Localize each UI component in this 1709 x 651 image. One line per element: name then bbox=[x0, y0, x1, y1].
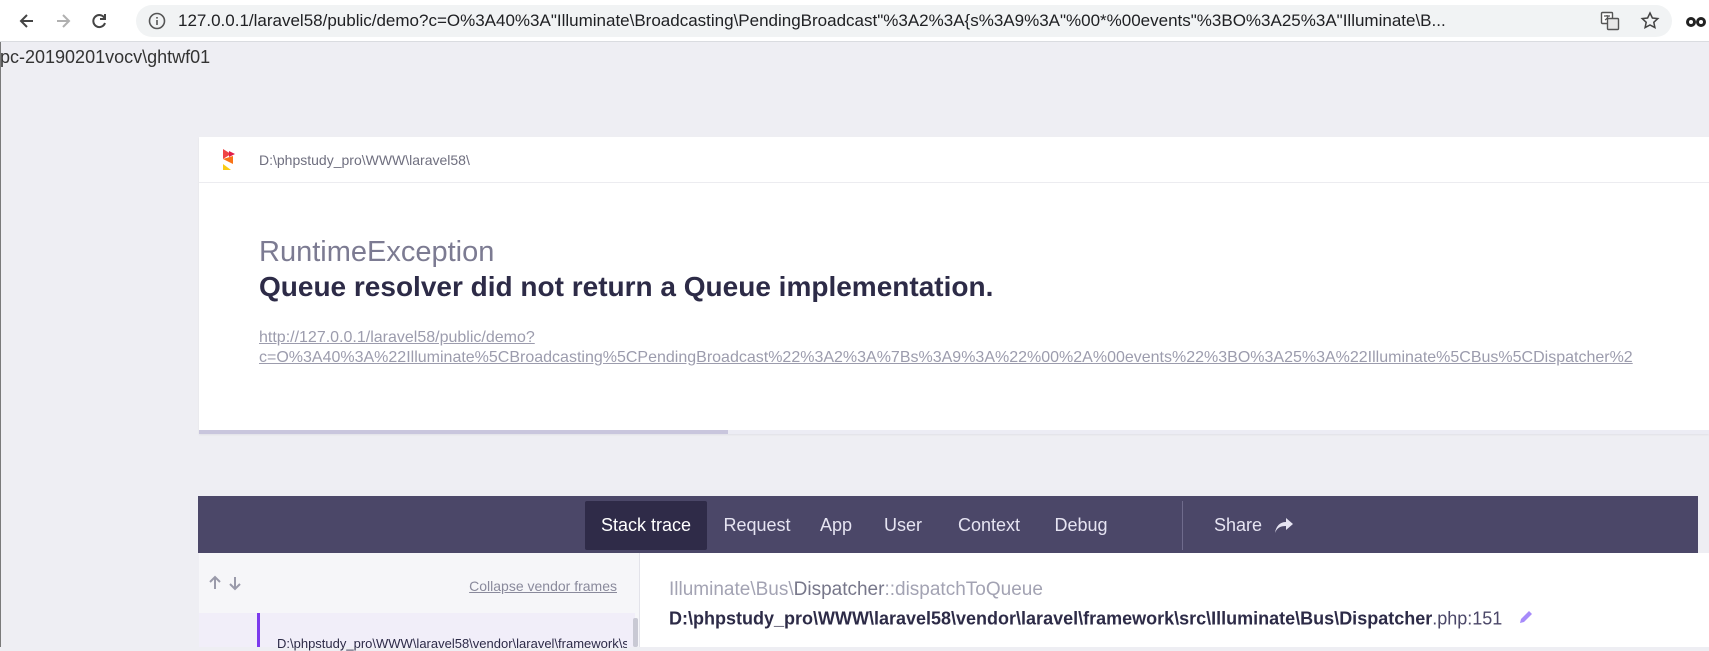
stack-frames-panel: Collapse vendor frames D:\phpstudy_pro\W… bbox=[199, 553, 640, 651]
address-bar[interactable]: 127.0.0.1/laravel58/public/demo?c=O%3A40… bbox=[136, 5, 1672, 37]
reload-icon bbox=[92, 14, 106, 29]
url-text[interactable]: 127.0.0.1/laravel58/public/demo?c=O%3A40… bbox=[178, 12, 1588, 30]
tab-divider bbox=[1182, 501, 1183, 550]
file-name: Dispatcher bbox=[1339, 608, 1433, 629]
function-class: Dispatcher bbox=[793, 579, 885, 600]
function-namespace: Illuminate\Bus\ bbox=[669, 579, 794, 600]
arrow-up-icon[interactable] bbox=[207, 575, 223, 591]
bookmark-star-icon[interactable] bbox=[1640, 11, 1660, 35]
share-arrow-icon bbox=[1275, 517, 1294, 533]
stack-frame-item[interactable]: D:\phpstudy_pro\WWW\laravel58\vendor\lar… bbox=[199, 613, 635, 651]
window-edge bbox=[0, 42, 1, 647]
card-header: D:\phpstudy_pro\WWW\laravel58\ bbox=[199, 137, 1709, 183]
frame-function: Illuminate\Bus\Dispatcher::dispatchToQue… bbox=[669, 579, 1043, 601]
back-button[interactable] bbox=[14, 8, 40, 34]
request-url-link[interactable]: http://127.0.0.1/laravel58/public/demo? … bbox=[259, 328, 1709, 368]
extension-icon[interactable] bbox=[1684, 9, 1708, 37]
request-url-line-2: c=O%3A40%3A%22Illuminate%5CBroadcasting%… bbox=[259, 349, 1633, 366]
tab-user[interactable]: User bbox=[875, 501, 931, 550]
tab-stack-trace[interactable]: Stack trace bbox=[585, 501, 707, 550]
arrow-down-icon[interactable] bbox=[227, 575, 243, 591]
tab-share[interactable]: Share bbox=[1204, 501, 1304, 550]
arrow-right-icon bbox=[57, 14, 71, 28]
request-url-line-1: http://127.0.0.1/laravel58/public/demo? bbox=[259, 329, 535, 346]
tab-context[interactable]: Context bbox=[946, 501, 1032, 550]
file-line: .php:151 bbox=[1432, 608, 1503, 629]
browser-toolbar: 127.0.0.1/laravel58/public/demo?c=O%3A40… bbox=[0, 0, 1709, 42]
horizontal-scroll-track[interactable] bbox=[199, 430, 1709, 434]
frame-selected-indicator bbox=[257, 613, 260, 647]
tab-request[interactable]: Request bbox=[718, 501, 796, 550]
frame-file: D:\phpstudy_pro\WWW\laravel58\vendor\lar… bbox=[669, 608, 1535, 631]
project-path: D:\phpstudy_pro\WWW\laravel58\ bbox=[259, 152, 470, 168]
tab-bar: Stack trace Request App User Context Deb… bbox=[198, 496, 1698, 553]
frame-nav bbox=[207, 575, 243, 591]
arrow-left-icon bbox=[19, 14, 33, 28]
frames-scrollbar[interactable] bbox=[633, 618, 638, 647]
host-text: pc-20190201vocv\ghtwf01 bbox=[0, 47, 211, 67]
info-icon[interactable] bbox=[148, 12, 166, 34]
exception-message: Queue resolver did not return a Queue im… bbox=[259, 271, 994, 302]
function-method: ::dispatchToQueue bbox=[884, 579, 1043, 600]
tab-debug[interactable]: Debug bbox=[1046, 501, 1116, 550]
forward-button[interactable] bbox=[50, 8, 76, 34]
frame-detail-panel: Illuminate\Bus\Dispatcher::dispatchToQue… bbox=[640, 553, 1709, 647]
horizontal-scroll-thumb[interactable] bbox=[199, 430, 728, 434]
file-path: D:\phpstudy_pro\WWW\laravel58\vendor\lar… bbox=[669, 608, 1340, 629]
ignition-logo-icon bbox=[221, 147, 237, 177]
tab-app[interactable]: App bbox=[811, 501, 861, 550]
pencil-edit-icon[interactable] bbox=[1517, 608, 1535, 631]
stack-frame-path: D:\phpstudy_pro\WWW\laravel58\vendor\lar… bbox=[277, 636, 627, 651]
translate-icon[interactable] bbox=[1600, 11, 1620, 35]
exception-card: D:\phpstudy_pro\WWW\laravel58\ RuntimeEx… bbox=[199, 137, 1709, 434]
reload-button[interactable] bbox=[86, 8, 112, 34]
exception-class: RuntimeException bbox=[259, 236, 495, 268]
tab-share-label: Share bbox=[1213, 515, 1263, 535]
collapse-vendor-frames-link[interactable]: Collapse vendor frames bbox=[469, 578, 617, 594]
